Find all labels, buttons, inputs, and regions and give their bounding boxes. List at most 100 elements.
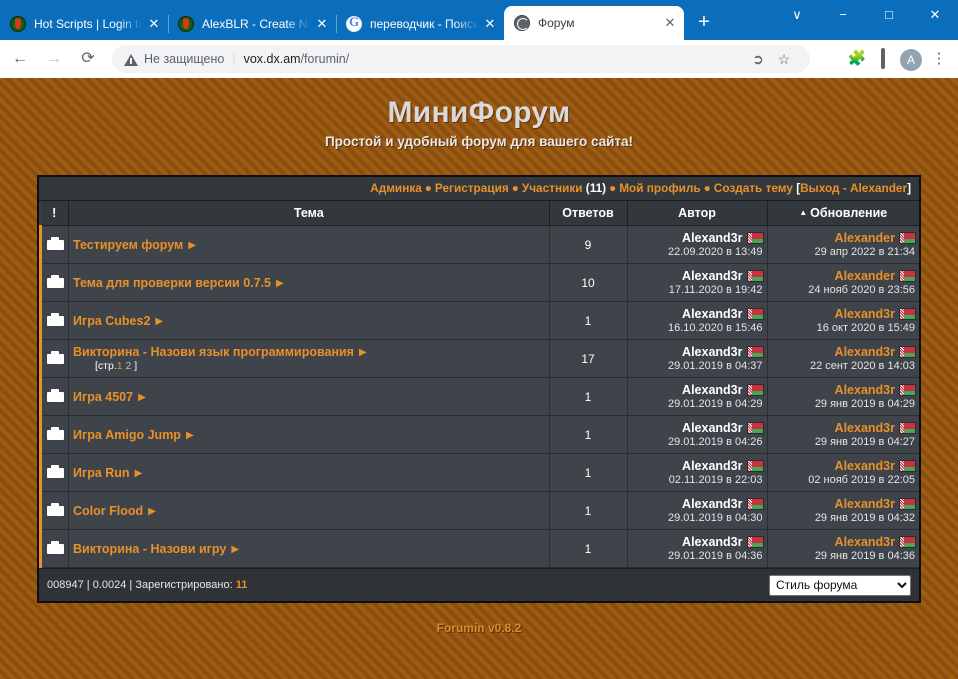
browser-tab-4-active[interactable]: Форум ✕ xyxy=(504,6,684,40)
table-row[interactable]: Викторина - Назови язык программирования… xyxy=(39,339,919,378)
url-text: vox.dx.am/forumin/ xyxy=(244,52,350,66)
side-panel-icon[interactable] xyxy=(870,46,896,72)
nav-link-logout[interactable]: Выход - Alexander xyxy=(800,181,907,195)
nav-link-register[interactable]: Регистрация xyxy=(435,181,509,195)
goto-last-post-icon[interactable]: ▶ xyxy=(231,544,239,555)
forum-style-select[interactable]: Стиль форума xyxy=(769,574,911,596)
goto-last-post-icon[interactable]: ▶ xyxy=(359,347,367,358)
row-status-cell xyxy=(39,339,69,378)
topic-link[interactable]: Тестируем форум xyxy=(73,238,183,252)
browser-menu-icon[interactable]: ⋮ xyxy=(926,46,952,72)
topic-link[interactable]: Викторина - Назови игру xyxy=(73,542,226,556)
author-name[interactable]: Alexand3r xyxy=(682,535,742,549)
page-link-current[interactable]: 1 xyxy=(117,360,123,372)
browser-tab-1[interactable]: Hot Scripts | Login to ✕ xyxy=(0,8,168,40)
close-window-button[interactable]: ✕ xyxy=(912,0,958,30)
belarus-flag-icon xyxy=(900,537,915,547)
column-header-status[interactable]: ! xyxy=(40,201,69,226)
forward-button[interactable]: → xyxy=(40,45,68,73)
reload-button[interactable]: ⟳ xyxy=(74,45,102,73)
row-replies-cell: 1 xyxy=(549,377,628,416)
author-name[interactable]: Alexand3r xyxy=(682,421,742,435)
row-replies-cell: 1 xyxy=(549,529,628,568)
not-secure-warning-icon xyxy=(124,53,138,66)
column-header-replies[interactable]: Ответов xyxy=(549,201,628,226)
table-row[interactable]: Игра Amigo Jump ▶ 1 Alexand3r 29.01.2019 … xyxy=(39,415,919,454)
topic-link[interactable]: Игра Amigo Jump xyxy=(73,428,181,442)
new-tab-button[interactable]: + xyxy=(690,9,718,37)
chili-pepper-icon xyxy=(10,16,26,32)
goto-last-post-icon[interactable]: ▶ xyxy=(155,316,163,327)
updater-name[interactable]: Alexand3r xyxy=(835,307,895,321)
goto-last-post-icon[interactable]: ▶ xyxy=(276,278,284,289)
goto-last-post-icon[interactable]: ▶ xyxy=(138,392,146,403)
share-icon[interactable]: ➲ xyxy=(746,47,770,71)
tab-close-icon[interactable]: ✕ xyxy=(146,16,162,32)
session-bracket-close: ] xyxy=(907,181,911,195)
table-row[interactable]: Игра 4507 ▶ 1 Alexand3r 29.01.2019 в 04:2… xyxy=(39,377,919,416)
author-name[interactable]: Alexand3r xyxy=(682,269,742,283)
author-name[interactable]: Alexand3r xyxy=(682,459,742,473)
browser-tab-2[interactable]: AlexBLR - Create New ✕ xyxy=(168,8,336,40)
updater-name[interactable]: Alexand3r xyxy=(835,497,895,511)
goto-last-post-icon[interactable]: ▶ xyxy=(186,430,194,441)
table-row[interactable]: Тестируем форум ▶ 9 Alexand3r 22.09.2020 … xyxy=(39,225,919,264)
nav-link-admin[interactable]: Админка xyxy=(370,181,422,195)
belarus-flag-icon xyxy=(747,537,763,547)
puzzle-icon[interactable]: 🧩 xyxy=(844,46,870,72)
star-icon[interactable]: ☆ xyxy=(772,47,796,71)
tab-close-icon[interactable]: ✕ xyxy=(662,15,678,31)
row-status-cell xyxy=(39,301,69,340)
address-bar[interactable]: Не защищено | vox.dx.am/forumin/ ➲ ☆ xyxy=(112,45,810,73)
column-header-update[interactable]: ▲ Обновление xyxy=(767,201,919,226)
topic-link[interactable]: Игра Run xyxy=(73,466,130,480)
tab-close-icon[interactable]: ✕ xyxy=(314,16,330,32)
author-name[interactable]: Alexand3r xyxy=(682,383,742,397)
author-name[interactable]: Alexand3r xyxy=(682,307,742,321)
minimize-button[interactable]: − xyxy=(820,0,866,30)
goto-last-post-icon[interactable]: ▶ xyxy=(135,468,143,479)
updater-name[interactable]: Alexand3r xyxy=(835,345,895,359)
avatar[interactable]: A xyxy=(900,49,922,71)
updater-name[interactable]: Alexander xyxy=(835,269,895,283)
tab-close-icon[interactable]: ✕ xyxy=(482,16,498,32)
folder-icon xyxy=(46,502,64,516)
topic-link[interactable]: Игра 4507 xyxy=(73,390,133,404)
maximize-button[interactable]: □ xyxy=(866,0,912,30)
row-author-cell: Alexand3r 29.01.2019 в 04:30 xyxy=(627,491,768,530)
column-header-topic[interactable]: Тема xyxy=(68,201,550,226)
topic-link[interactable]: Тема для проверки версии 0.7.5 xyxy=(73,276,271,290)
browser-tab-3[interactable]: переводчик - Поиск ✕ xyxy=(336,8,504,40)
updater-name[interactable]: Alexand3r xyxy=(835,383,895,397)
column-header-author[interactable]: Автор xyxy=(627,201,768,226)
updater-name[interactable]: Alexand3r xyxy=(835,459,895,473)
back-button[interactable]: ← xyxy=(6,45,34,73)
goto-last-post-icon[interactable]: ▶ xyxy=(188,240,196,251)
row-update-cell: Alexand3r 29 янв 2019 в 04:27 xyxy=(767,415,919,454)
table-row[interactable]: Игра Run ▶ 1 Alexand3r 02.11.2019 в 22:03… xyxy=(39,453,919,492)
nav-link-members[interactable]: Участники xyxy=(522,181,583,195)
table-row[interactable]: Тема для проверки версии 0.7.5 ▶ 10 Alexa… xyxy=(39,263,919,302)
topic-link[interactable]: Color Flood xyxy=(73,504,143,518)
globe-icon xyxy=(514,15,530,31)
goto-last-post-icon[interactable]: ▶ xyxy=(148,506,156,517)
updater-name[interactable]: Alexand3r xyxy=(835,421,895,435)
nav-link-create-topic[interactable]: Создать тему xyxy=(714,181,793,195)
table-row[interactable]: Игра Cubes2 ▶ 1 Alexand3r 16.10.2020 в 15… xyxy=(39,301,919,340)
table-row[interactable]: Color Flood ▶ 1 Alexand3r 29.01.2019 в 04… xyxy=(39,491,919,530)
extension-glasses-icon[interactable] xyxy=(818,46,844,72)
topic-link[interactable]: Игра Cubes2 xyxy=(73,314,150,328)
author-name[interactable]: Alexand3r xyxy=(682,497,742,511)
table-row[interactable]: Викторина - Назови игру ▶ 1 Alexand3r 29.… xyxy=(39,529,919,568)
nav-link-profile[interactable]: Мой профиль xyxy=(619,181,700,195)
updater-name[interactable]: Alexand3r xyxy=(835,535,895,549)
row-topic-cell: Викторина - Назови язык программирования… xyxy=(68,339,550,378)
forum-engine-version: Forumin v0.8.2 xyxy=(436,621,522,635)
author-name[interactable]: Alexand3r xyxy=(682,231,742,245)
author-timestamp: 29.01.2019 в 04:37 xyxy=(667,360,763,372)
author-name[interactable]: Alexand3r xyxy=(682,345,742,359)
page-link-2[interactable]: 2 xyxy=(126,360,132,372)
topic-link[interactable]: Викторина - Назови язык программирования xyxy=(73,345,354,359)
updater-name[interactable]: Alexander xyxy=(835,231,895,245)
tab-search-icon[interactable]: ∨ xyxy=(774,0,820,30)
